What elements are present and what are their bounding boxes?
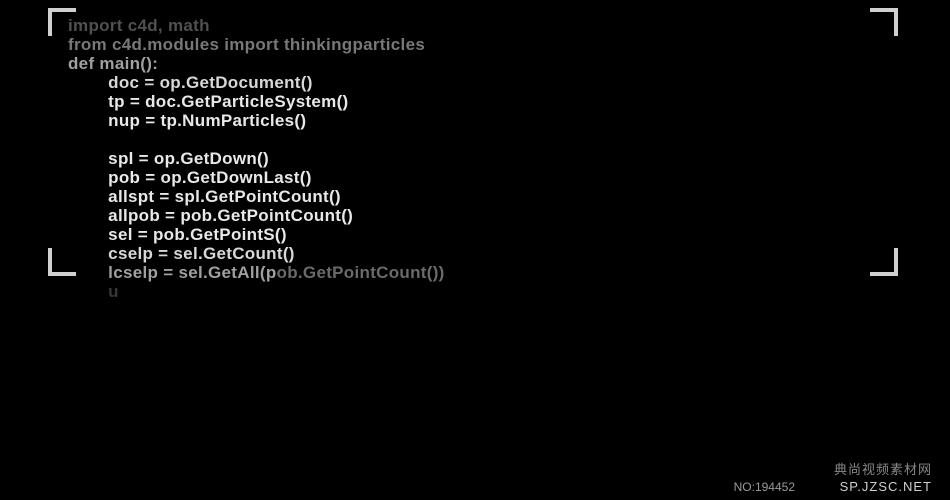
code-line xyxy=(68,130,878,149)
frame-corner-tl xyxy=(48,8,76,36)
watermark-id: NO:194452 xyxy=(734,480,795,494)
code-line: lcselp = sel.GetAll(pob.GetPointCount()) xyxy=(68,263,878,282)
code-block: import c4d, mathfrom c4d.modules import … xyxy=(48,8,898,301)
watermark-text-cn: 典尚视频素材网 xyxy=(834,459,932,478)
code-line: u xyxy=(68,282,878,301)
watermark-url: SP.JZSC.NET xyxy=(840,479,932,494)
frame-corner-tr xyxy=(870,8,898,36)
code-line: pob = op.GetDownLast() xyxy=(68,168,878,187)
code-line: from c4d.modules import thinkingparticle… xyxy=(68,35,878,54)
code-line: allpob = pob.GetPointCount() xyxy=(68,206,878,225)
code-line: def main(): xyxy=(68,54,878,73)
code-line: cselp = sel.GetCount() xyxy=(68,244,878,263)
frame-corner-bl xyxy=(48,248,76,276)
code-frame: import c4d, mathfrom c4d.modules import … xyxy=(48,8,898,276)
code-line: allspt = spl.GetPointCount() xyxy=(68,187,878,206)
code-line: nup = tp.NumParticles() xyxy=(68,111,878,130)
code-line: doc = op.GetDocument() xyxy=(68,73,878,92)
code-line: sel = pob.GetPointS() xyxy=(68,225,878,244)
code-line: import c4d, math xyxy=(68,16,878,35)
frame-corner-br xyxy=(870,248,898,276)
code-line: tp = doc.GetParticleSystem() xyxy=(68,92,878,111)
code-line: spl = op.GetDown() xyxy=(68,149,878,168)
